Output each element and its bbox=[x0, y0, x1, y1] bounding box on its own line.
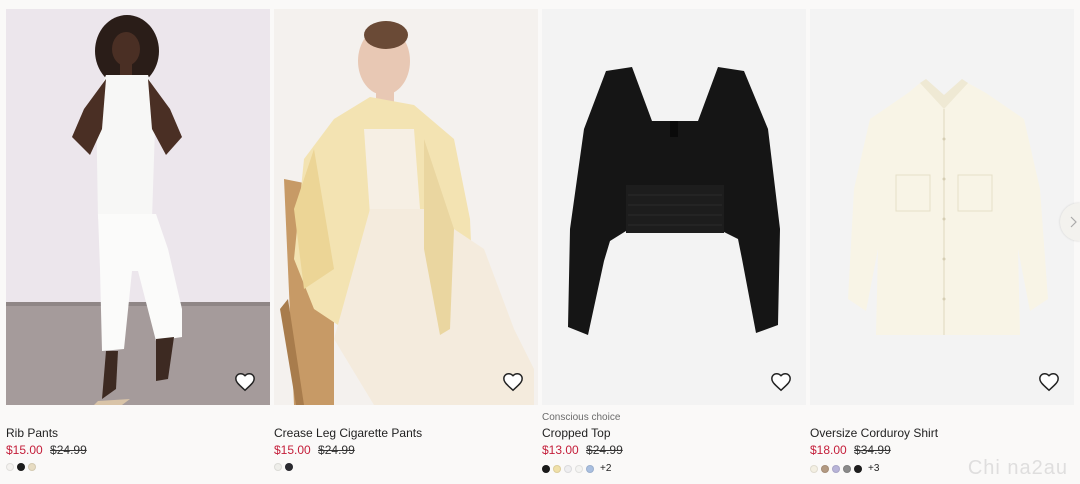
original-price: $24.99 bbox=[318, 443, 355, 457]
sale-price: $13.00 bbox=[542, 443, 579, 457]
sale-price: $18.00 bbox=[810, 443, 847, 457]
chevron-right-icon bbox=[1070, 216, 1077, 228]
color-swatch[interactable] bbox=[843, 464, 851, 473]
product-info: Conscious choice Cropped Top $13.00 $24.… bbox=[542, 405, 806, 474]
product-info: Rib Pants $15.00 $24.99 bbox=[6, 405, 270, 471]
color-swatch[interactable] bbox=[586, 464, 594, 473]
color-swatch[interactable] bbox=[810, 464, 818, 473]
product-prices: $15.00 $24.99 bbox=[6, 443, 270, 458]
product-name[interactable]: Oversize Corduroy Shirt bbox=[810, 426, 1074, 441]
color-swatch[interactable] bbox=[6, 463, 14, 471]
product-prices: $15.00 $24.99 bbox=[274, 443, 538, 458]
heart-icon[interactable] bbox=[234, 371, 256, 393]
color-swatch[interactable] bbox=[553, 464, 561, 473]
product-name[interactable]: Cropped Top bbox=[542, 426, 806, 441]
original-price: $34.99 bbox=[854, 443, 891, 457]
product-image[interactable] bbox=[810, 9, 1074, 405]
product-card-cropped-top[interactable]: Conscious choice Cropped Top $13.00 $24.… bbox=[542, 9, 806, 474]
carousel-next-button[interactable] bbox=[1060, 203, 1080, 241]
color-swatch[interactable] bbox=[821, 464, 829, 473]
product-tag bbox=[274, 411, 538, 424]
product-photo-cigarette-pants bbox=[274, 9, 538, 405]
watermark: Chi na2au bbox=[967, 457, 1068, 479]
product-name[interactable]: Crease Leg Cigarette Pants bbox=[274, 426, 538, 441]
product-grid: Rib Pants $15.00 $24.99 Crease Leg Cigar… bbox=[6, 9, 1074, 474]
sale-price: $15.00 bbox=[274, 443, 311, 457]
product-info: Crease Leg Cigarette Pants $15.00 $24.99 bbox=[274, 405, 538, 471]
original-price: $24.99 bbox=[50, 443, 87, 457]
color-swatch[interactable] bbox=[854, 464, 862, 473]
original-price: $24.99 bbox=[586, 443, 623, 457]
heart-icon[interactable] bbox=[1038, 371, 1060, 393]
more-colors-count[interactable]: +2 bbox=[600, 463, 611, 474]
color-swatch[interactable] bbox=[28, 463, 36, 471]
color-swatches bbox=[6, 463, 270, 471]
color-swatch[interactable] bbox=[274, 463, 282, 471]
color-swatch[interactable] bbox=[832, 464, 840, 473]
product-card-crease-leg-cigarette-pants[interactable]: Crease Leg Cigarette Pants $15.00 $24.99 bbox=[274, 9, 538, 474]
product-tag: Conscious choice bbox=[542, 412, 621, 423]
product-prices: $13.00 $24.99 bbox=[542, 443, 806, 458]
product-tag bbox=[810, 411, 1074, 424]
product-image[interactable] bbox=[274, 9, 538, 405]
product-photo-cropped-top bbox=[542, 9, 806, 405]
color-swatches bbox=[274, 463, 538, 471]
heart-icon[interactable] bbox=[502, 371, 524, 393]
product-image[interactable] bbox=[542, 9, 806, 405]
product-card-oversize-corduroy-shirt[interactable]: Oversize Corduroy Shirt $18.00 $34.99 +3 bbox=[810, 9, 1074, 474]
product-prices: $18.00 $34.99 bbox=[810, 443, 1074, 458]
color-swatch[interactable] bbox=[17, 463, 25, 471]
product-card-rib-pants[interactable]: Rib Pants $15.00 $24.99 bbox=[6, 9, 270, 474]
product-photo-rib-pants bbox=[6, 9, 270, 405]
color-swatches: +2 bbox=[542, 463, 806, 474]
product-tag bbox=[6, 411, 270, 424]
color-swatch[interactable] bbox=[564, 464, 572, 473]
color-swatch[interactable] bbox=[285, 463, 293, 471]
color-swatch[interactable] bbox=[542, 464, 550, 473]
more-colors-count[interactable]: +3 bbox=[868, 463, 879, 474]
color-swatch[interactable] bbox=[575, 464, 583, 473]
heart-icon[interactable] bbox=[770, 371, 792, 393]
product-name[interactable]: Rib Pants bbox=[6, 426, 270, 441]
product-image[interactable] bbox=[6, 9, 270, 405]
product-photo-corduroy-shirt bbox=[810, 9, 1074, 405]
sale-price: $15.00 bbox=[6, 443, 43, 457]
